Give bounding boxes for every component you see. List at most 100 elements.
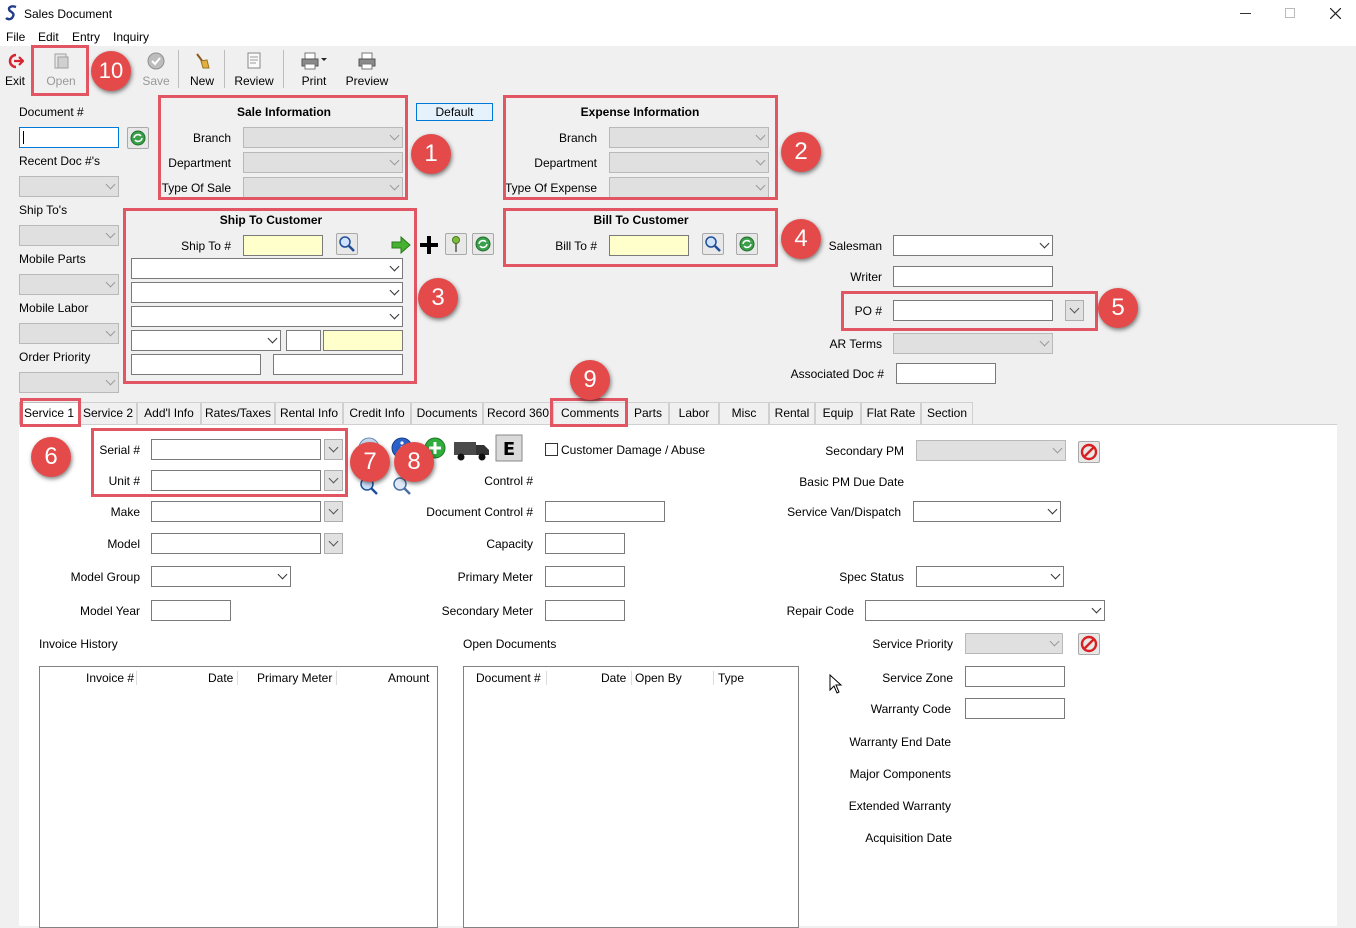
- callout-box-5: [841, 291, 1098, 331]
- service-van-select[interactable]: [913, 501, 1061, 522]
- customer-damage-checkbox[interactable]: [545, 443, 558, 456]
- mobile-labor-select[interactable]: [19, 323, 119, 344]
- customer-damage-label: Customer Damage / Abuse: [561, 443, 706, 457]
- make-input[interactable]: [151, 501, 321, 522]
- callout-box-1: [158, 95, 408, 200]
- tab-flat-rate[interactable]: Flat Rate: [861, 402, 921, 424]
- document-refresh-button[interactable]: [127, 127, 149, 149]
- service-zone-input[interactable]: [965, 666, 1065, 687]
- secondary-meter-label: Secondary Meter: [441, 604, 533, 618]
- repair-code-select[interactable]: [865, 600, 1105, 621]
- exit-button[interactable]: Exit: [2, 46, 28, 90]
- secondary-pm-clear-button[interactable]: [1078, 441, 1100, 463]
- associated-doc-input[interactable]: [896, 363, 996, 384]
- mobile-labor-label: Mobile Labor: [19, 301, 89, 315]
- ship-tos-label: Ship To's: [19, 203, 68, 217]
- column-header[interactable]: Primary Meter: [257, 671, 332, 685]
- warranty-end-label: Warranty End Date: [849, 735, 951, 749]
- column-header[interactable]: Type: [718, 671, 744, 685]
- tab-equip[interactable]: Equip: [815, 402, 861, 424]
- tab-labor[interactable]: Labor: [669, 402, 719, 424]
- broom-icon: [196, 53, 210, 69]
- invoice-history-grid[interactable]: Invoice # Date Primary Meter Amount: [39, 666, 438, 928]
- model-group-select[interactable]: [151, 566, 291, 587]
- callout-badge-6: 6: [31, 437, 71, 477]
- primary-meter-label: Primary Meter: [457, 570, 533, 584]
- spec-status-select[interactable]: [916, 566, 1064, 587]
- column-header[interactable]: Invoice #: [86, 671, 134, 685]
- model-year-input[interactable]: [151, 600, 231, 621]
- tab-addl-info[interactable]: Add'l Info: [137, 402, 201, 424]
- model-dropdown-button[interactable]: [324, 533, 343, 554]
- column-header[interactable]: Open By: [635, 671, 682, 685]
- column-header[interactable]: Document #: [476, 671, 541, 685]
- column-header[interactable]: Date: [208, 671, 233, 685]
- default-button[interactable]: Default: [416, 103, 493, 121]
- truck-icon[interactable]: [453, 436, 491, 462]
- service-priority-clear-button[interactable]: [1078, 633, 1100, 655]
- minimize-button[interactable]: [1240, 13, 1251, 14]
- tab-rental[interactable]: Rental: [769, 402, 815, 424]
- save-check-icon: [147, 52, 165, 70]
- title-bar: Sales Document: [0, 0, 1356, 28]
- model-label: Model: [107, 537, 140, 551]
- tab-parts[interactable]: Parts: [627, 402, 669, 424]
- model-input[interactable]: [151, 533, 321, 554]
- callout-badge-5: 5: [1098, 288, 1138, 328]
- save-button[interactable]: Save: [138, 46, 174, 90]
- tab-rental-info[interactable]: Rental Info: [275, 402, 343, 424]
- menu-file[interactable]: File: [6, 30, 25, 44]
- warranty-code-input[interactable]: [965, 698, 1065, 719]
- service-priority-select[interactable]: [965, 633, 1063, 654]
- order-priority-select[interactable]: [19, 372, 119, 393]
- maximize-button[interactable]: [1285, 8, 1295, 18]
- make-dropdown-button[interactable]: [324, 501, 343, 522]
- open-documents-grid[interactable]: Document # Date Open By Type: [463, 666, 799, 928]
- menu-edit[interactable]: Edit: [38, 30, 59, 44]
- menu-entry[interactable]: Entry: [72, 30, 100, 44]
- close-icon[interactable]: [1330, 8, 1341, 19]
- printer-icon: [301, 52, 327, 70]
- e-icon[interactable]: E: [495, 434, 523, 462]
- spec-status-label: Spec Status: [839, 570, 904, 584]
- secondary-pm-select[interactable]: [916, 440, 1066, 461]
- menu-bar: File Edit Entry Inquiry: [0, 28, 1356, 46]
- major-components-label: Major Components: [849, 767, 951, 781]
- print-button[interactable]: Print: [294, 46, 334, 90]
- acquisition-date-label: Acquisition Date: [865, 831, 952, 845]
- tab-credit-info[interactable]: Credit Info: [343, 402, 411, 424]
- recent-docs-select[interactable]: [19, 176, 119, 197]
- no-entry-icon: [1080, 443, 1098, 461]
- ar-terms-select[interactable]: [893, 333, 1053, 354]
- document-control-input[interactable]: [545, 501, 665, 522]
- no-entry-icon: [1080, 635, 1098, 653]
- salesman-select[interactable]: [893, 235, 1053, 256]
- tab-record-360[interactable]: Record 360: [483, 402, 553, 424]
- ship-to-pin-button[interactable]: [445, 233, 467, 255]
- mouse-cursor-icon: [829, 674, 843, 694]
- menu-inquiry[interactable]: Inquiry: [113, 30, 149, 44]
- ar-terms-label: AR Terms: [829, 337, 882, 351]
- primary-meter-input[interactable]: [545, 566, 625, 587]
- column-header[interactable]: Date: [601, 671, 626, 685]
- document-label: Document #: [19, 105, 84, 119]
- mobile-parts-select[interactable]: [19, 274, 119, 295]
- ship-to-refresh-button[interactable]: [472, 233, 494, 255]
- tab-rates-taxes[interactable]: Rates/Taxes: [201, 402, 275, 424]
- preview-button[interactable]: Preview: [343, 46, 391, 90]
- add-plus-icon[interactable]: [418, 234, 440, 256]
- secondary-meter-input[interactable]: [545, 600, 625, 621]
- tab-misc[interactable]: Misc: [719, 402, 769, 424]
- tab-service-2[interactable]: Service 2: [79, 402, 137, 424]
- review-button[interactable]: Review: [232, 46, 276, 90]
- document-input[interactable]: [19, 127, 119, 148]
- new-button[interactable]: New: [184, 46, 220, 90]
- column-header[interactable]: Amount: [388, 671, 429, 685]
- tab-section[interactable]: Section: [921, 402, 973, 424]
- writer-input[interactable]: [893, 266, 1053, 287]
- tab-documents[interactable]: Documents: [411, 402, 483, 424]
- open-documents-title: Open Documents: [463, 637, 557, 651]
- ship-tos-select[interactable]: [19, 225, 119, 246]
- callout-box-7: [91, 428, 348, 497]
- capacity-input[interactable]: [545, 533, 625, 554]
